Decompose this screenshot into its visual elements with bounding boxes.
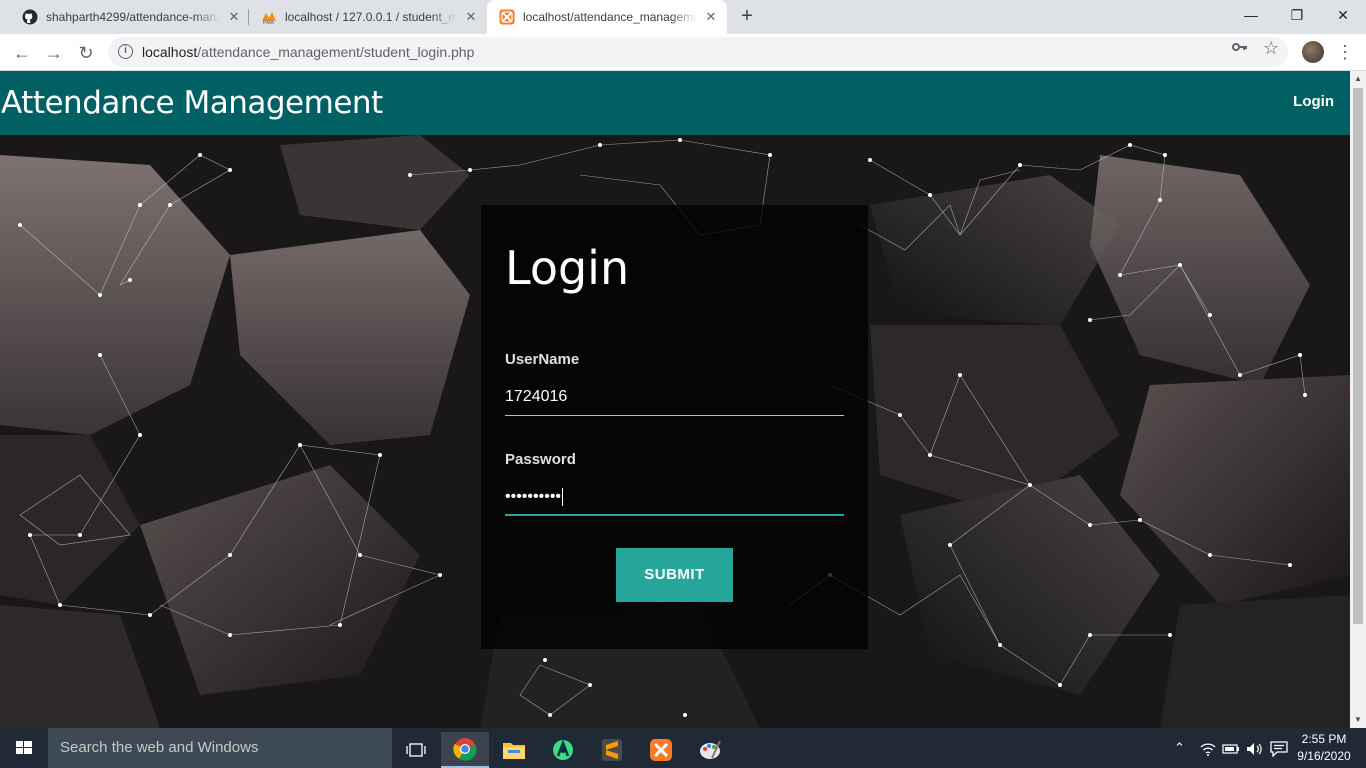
brand-title[interactable]: Attendance Management — [1, 85, 383, 121]
close-window-button[interactable]: ✕ — [1320, 0, 1366, 30]
svg-text:PMA: PMA — [263, 20, 275, 25]
tab-student-login[interactable]: localhost/attendance_management/student_… — [487, 0, 727, 34]
username-label: UserName — [505, 351, 580, 368]
text-caret — [562, 488, 564, 506]
reload-button[interactable]: ↻ — [72, 39, 100, 67]
sublime-text-icon[interactable] — [588, 732, 636, 768]
tab-title: shahparth4299/attendance-management — [46, 10, 220, 24]
chrome-icon[interactable] — [441, 732, 489, 768]
forward-button[interactable]: → — [40, 39, 68, 67]
android-studio-icon[interactable] — [539, 732, 587, 768]
url-path: /attendance_management/student_login.php — [197, 44, 475, 60]
username-field[interactable]: 1724016 — [505, 380, 844, 416]
browser-menu-button[interactable]: ⋮ — [1336, 40, 1354, 64]
password-value: •••••••••• — [505, 488, 562, 506]
close-tab-icon[interactable]: ✕ — [226, 9, 242, 25]
browser-toolbar: ← → ↻ i localhost/attendance_management/… — [0, 34, 1366, 71]
tab-title: localhost / 127.0.0.1 / student_manageme… — [285, 10, 457, 24]
back-button[interactable]: ← — [8, 39, 36, 67]
windows-logo-icon — [16, 741, 32, 754]
battery-icon[interactable] — [1222, 728, 1240, 768]
scroll-up-icon[interactable]: ▲ — [1354, 74, 1362, 83]
username-value: 1724016 — [505, 388, 568, 405]
windows-taskbar: Search the web and Windows ⌃ 2:55 PM 9/1… — [0, 728, 1366, 768]
tab-strip: shahparth4299/attendance-management ✕ PM… — [0, 0, 1366, 34]
clock-time: 2:55 PM — [1301, 732, 1347, 746]
tab-phpmyadmin[interactable]: PMA localhost / 127.0.0.1 / student_mana… — [249, 0, 487, 34]
page-scrollbar[interactable]: ▲ ▼ — [1350, 71, 1366, 728]
xampp-control-icon[interactable] — [637, 732, 685, 768]
scroll-down-icon[interactable]: ▼ — [1354, 715, 1362, 724]
notifications-icon[interactable] — [1270, 728, 1288, 768]
phpmyadmin-icon: PMA — [261, 9, 277, 25]
key-icon[interactable] — [1232, 40, 1248, 57]
github-icon — [22, 9, 38, 25]
submit-button[interactable]: SUBMIT — [616, 548, 733, 602]
login-heading: Login — [505, 241, 630, 295]
new-tab-button[interactable]: + — [736, 6, 758, 28]
nav-login-link[interactable]: Login — [1293, 93, 1334, 110]
bookmark-star-icon[interactable]: ☆ — [1263, 38, 1279, 59]
wifi-icon[interactable] — [1200, 728, 1216, 768]
profile-avatar[interactable] — [1302, 41, 1324, 63]
taskbar-search-box[interactable]: Search the web and Windows — [48, 728, 392, 768]
close-tab-icon[interactable]: ✕ — [703, 9, 719, 25]
scrollbar-thumb[interactable] — [1353, 88, 1363, 624]
volume-icon[interactable] — [1246, 728, 1264, 768]
xampp-icon — [499, 9, 515, 25]
tab-github[interactable]: shahparth4299/attendance-management ✕ — [10, 0, 250, 34]
system-clock[interactable]: 2:55 PM 9/16/2020 — [1296, 731, 1352, 765]
paint-icon[interactable] — [686, 732, 734, 768]
password-label: Password — [505, 451, 576, 468]
file-explorer-icon[interactable] — [490, 732, 538, 768]
url-host: localhost — [142, 44, 198, 60]
show-hidden-icons-icon[interactable]: ⌃ — [1174, 728, 1185, 768]
restore-window-button[interactable]: ❐ — [1274, 0, 1320, 30]
address-bar[interactable]: i localhost/attendance_management/studen… — [108, 37, 1288, 67]
page-viewport: Attendance Management Login Login UserNa… — [0, 71, 1350, 728]
start-button[interactable] — [0, 728, 48, 768]
url-text[interactable]: localhost/attendance_management/student_… — [142, 44, 474, 60]
password-field[interactable]: •••••••••• — [505, 480, 844, 516]
tab-title: localhost/attendance_management/student_… — [523, 10, 697, 24]
clock-date: 9/16/2020 — [1297, 749, 1351, 763]
task-view-icon[interactable] — [392, 732, 440, 768]
site-info-icon[interactable]: i — [118, 44, 133, 59]
site-navbar: Attendance Management Login — [0, 71, 1350, 135]
login-card: Login UserName 1724016 Password ••••••••… — [481, 205, 868, 649]
close-tab-icon[interactable]: ✕ — [463, 9, 479, 25]
minimize-window-button[interactable]: — — [1228, 0, 1274, 30]
